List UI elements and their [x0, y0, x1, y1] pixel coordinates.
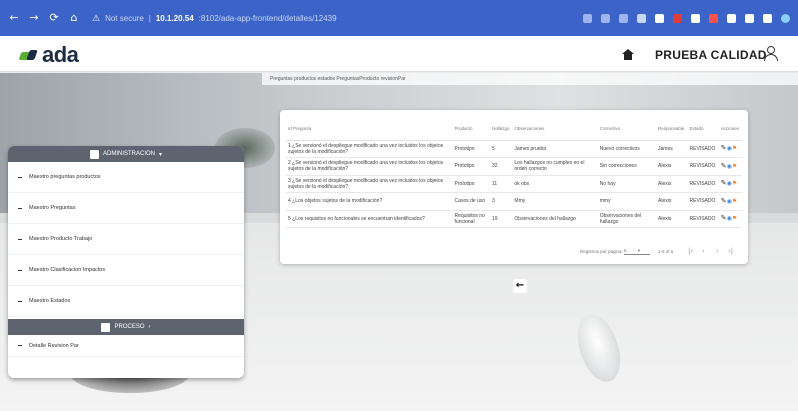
sidebar-panel-icon[interactable]: [763, 13, 772, 23]
col-hallazgo[interactable]: Hallazgo: [490, 118, 513, 141]
sidebar-item-producto-trabajo[interactable]: Maestro Producto Trabajo: [8, 224, 244, 255]
table-header-row: Id Pregunta Producto Hallazgo Observacio…: [286, 118, 742, 141]
last-page-icon[interactable]: ›|: [728, 247, 733, 255]
prev-page-icon[interactable]: ‹: [702, 247, 705, 255]
results-table: Id Pregunta Producto Hallazgo Observacio…: [286, 118, 742, 228]
col-producto[interactable]: Producto: [452, 118, 491, 141]
sidebar-item-preguntas-productos[interactable]: Maestro preguntas productos: [8, 162, 244, 193]
back-arrow-icon[interactable]: ←: [8, 12, 20, 24]
col-id-pregunta[interactable]: Id Pregunta: [286, 118, 453, 141]
logo-text: ada: [42, 42, 79, 67]
sidebar-section-process[interactable]: PROCESO ›: [8, 319, 244, 335]
table-pagination: Registros por página: 5 ▾ 1-5 of 5 |‹ ‹ …: [280, 246, 748, 258]
chevron-right-icon: ›: [148, 324, 151, 330]
next-page-icon[interactable]: ›: [716, 247, 719, 255]
zoom-icon[interactable]: [601, 13, 610, 23]
table-row[interactable]: 3 ¿Se versionó el despliegue modificado …: [286, 175, 742, 193]
pagination-range: 1-5 of 5: [658, 249, 674, 254]
col-correctivo[interactable]: Correctivo: [597, 118, 657, 141]
url-host: 10.1.20.54: [155, 13, 194, 23]
admin-section-icon: [89, 149, 99, 159]
user-name[interactable]: PRUEBA CALIDAD: [655, 48, 767, 62]
app-header: ada PRUEBA CALIDAD: [0, 36, 798, 72]
flag-icon[interactable]: ⚑: [732, 163, 737, 170]
share-icon[interactable]: [619, 13, 628, 23]
home-icon[interactable]: [622, 49, 634, 60]
extension-icon[interactable]: [673, 13, 682, 23]
rows-per-page-label: Registros por página:: [580, 249, 623, 254]
url-path: :8102/ada-app-frontend/detalles/12439: [198, 13, 337, 23]
user-icon[interactable]: [763, 46, 778, 61]
extension-icon[interactable]: [691, 13, 700, 23]
flag-icon[interactable]: ⚑: [732, 180, 737, 187]
first-page-icon[interactable]: |‹: [688, 247, 693, 255]
profile-avatar-icon[interactable]: [781, 13, 790, 23]
sidebar-section-admin[interactable]: ADMINISTRACION ▾: [8, 146, 244, 162]
sidebar-menu: ADMINISTRACION ▾ Maestro preguntas produ…: [8, 146, 244, 378]
col-observaciones[interactable]: Observaciones: [512, 118, 598, 141]
forward-arrow-icon[interactable]: →: [28, 12, 40, 24]
ada-logo[interactable]: ada: [20, 42, 79, 68]
col-estado[interactable]: Estado: [687, 118, 719, 141]
col-acciones: Acciones: [718, 118, 742, 141]
process-section-icon: [101, 322, 111, 332]
sidebar-item-estados[interactable]: Maestro Estados: [8, 286, 244, 317]
chevron-down-icon: ▾: [159, 151, 163, 158]
table-row[interactable]: 5 ¿Los requisitos no funcionales se encu…: [286, 210, 742, 228]
extensions-area: [583, 13, 790, 23]
security-label: Not secure: [105, 13, 144, 23]
table-row[interactable]: 1 ¿Se versionó el despliegue modificado …: [286, 140, 742, 158]
warning-icon: ⚠: [92, 12, 101, 23]
star-icon[interactable]: [637, 13, 646, 23]
back-arrow-button[interactable]: ←: [513, 279, 527, 293]
browser-toolbar: ← → ⟳ ⌂ ⚠ Not secure | 10.1.20.54 :8102/…: [0, 0, 798, 36]
extension-icon[interactable]: [745, 13, 754, 23]
chevron-down-icon: ▾: [637, 248, 641, 253]
reload-icon[interactable]: ⟳: [48, 12, 60, 24]
sidebar-item-preguntas[interactable]: Maestro Preguntas: [8, 193, 244, 224]
results-card: Id Pregunta Producto Hallazgo Observacio…: [280, 110, 748, 264]
sidebar-item-revision-par[interactable]: Detalle Revision Par: [8, 335, 244, 357]
home-browser-icon[interactable]: ⌂: [68, 12, 80, 24]
table-row[interactable]: 4 ¿Los objetos sujetos de la modificació…: [286, 192, 742, 211]
extension-icon[interactable]: [709, 13, 718, 23]
col-responsable[interactable]: Responsable: [656, 118, 688, 141]
address-bar[interactable]: ⚠ Not secure | 10.1.20.54 :8102/ada-app-…: [92, 13, 337, 24]
table-row[interactable]: 2 ¿Se versionó el despliegue modificado …: [286, 157, 742, 176]
flag-icon[interactable]: ⚑: [732, 145, 737, 152]
extension-icon[interactable]: [583, 13, 592, 23]
logo-mark-icon: [20, 48, 40, 62]
sidebar-item-clasificacion-impactos[interactable]: Maestro Clasificacion Impactos: [8, 255, 244, 286]
flag-icon[interactable]: ⚑: [732, 215, 737, 222]
extension-icon[interactable]: [727, 13, 736, 23]
extension-icon[interactable]: [655, 13, 664, 23]
breadcrumb[interactable]: Preguntas productos estados PreguntasPro…: [262, 73, 798, 85]
rows-per-page-select[interactable]: 5 ▾: [624, 248, 650, 255]
flag-icon[interactable]: ⚑: [732, 198, 737, 205]
